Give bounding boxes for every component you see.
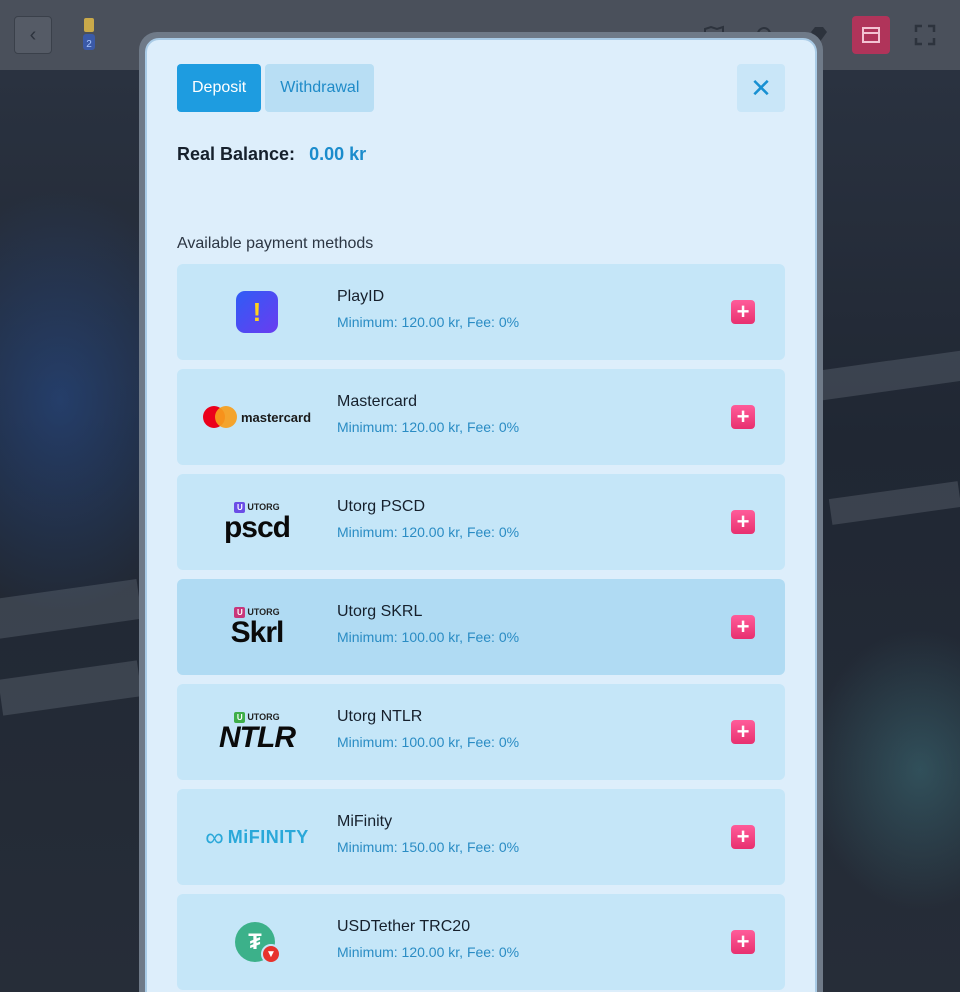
mifinity-wordmark: MiFINITY xyxy=(227,826,309,847)
add-button[interactable]: + xyxy=(731,510,755,534)
close-icon: ✕ xyxy=(750,72,772,103)
payment-method-utorg-skrl[interactable]: U UTORG Skrl Utorg SKRL Minimum: 100.00 … xyxy=(177,579,785,675)
promo-icon[interactable] xyxy=(852,16,890,54)
method-name: PlayID xyxy=(337,288,385,305)
balance-value: 0.00 kr xyxy=(309,144,367,164)
method-limits: Minimum: 100.00 kr, Fee: 0% xyxy=(337,629,520,645)
plus-icon: + xyxy=(736,299,750,324)
method-limits: Minimum: 120.00 kr, Fee: 0% xyxy=(337,524,520,540)
add-button[interactable]: + xyxy=(731,930,755,954)
balance-row: Real Balance: 0.00 kr xyxy=(177,144,366,165)
method-limits: Minimum: 100.00 kr, Fee: 0% xyxy=(337,734,520,750)
plus-icon: + xyxy=(736,614,750,639)
add-button[interactable]: + xyxy=(731,300,755,324)
payment-modal: Deposit Withdrawal ✕ Real Balance: 0.00 … xyxy=(139,32,823,992)
trophy-badge: 2 xyxy=(86,39,92,50)
trophy-icon[interactable]: 2 xyxy=(70,16,108,54)
background-stripe xyxy=(0,579,143,641)
playid-icon: ! xyxy=(236,291,278,333)
close-button[interactable]: ✕ xyxy=(737,64,785,112)
payment-method-mastercard[interactable]: mastercard Mastercard Minimum: 120.00 kr… xyxy=(177,369,785,465)
tab-withdrawal[interactable]: Withdrawal xyxy=(265,64,375,112)
mifinity-logo: ∞ MiFINITY xyxy=(177,789,337,885)
infinity-icon: ∞ xyxy=(205,822,224,852)
payment-tabs: Deposit Withdrawal xyxy=(177,64,375,112)
fullscreen-icon[interactable] xyxy=(906,16,944,54)
method-limits: Minimum: 120.00 kr, Fee: 0% xyxy=(337,314,520,330)
payment-method-utorg-ntlr[interactable]: U UTORG NTLR Utorg NTLR Minimum: 100.00 … xyxy=(177,684,785,780)
chevron-left-icon: ‹ xyxy=(29,23,37,46)
usdt-trc20-logo: ₮ ▼ xyxy=(177,894,337,990)
background-stripe xyxy=(0,660,142,716)
method-name: USDTether TRC20 xyxy=(337,918,471,935)
background-stripe xyxy=(828,481,960,525)
tab-deposit[interactable]: Deposit xyxy=(177,64,262,112)
payment-modal-body: Deposit Withdrawal ✕ Real Balance: 0.00 … xyxy=(145,38,817,992)
add-button[interactable]: + xyxy=(731,615,755,639)
section-title: Available payment methods xyxy=(177,235,374,252)
payment-methods-list: ! PlayID Minimum: 120.00 kr, Fee: 0% + m… xyxy=(177,264,785,992)
mastercard-circles-icon xyxy=(202,406,237,428)
pscd-wordmark: pscd xyxy=(223,510,291,544)
method-limits: Minimum: 150.00 kr, Fee: 0% xyxy=(337,839,520,855)
ntlr-wordmark: NTLR xyxy=(219,720,296,754)
plus-icon: + xyxy=(736,404,750,429)
plus-icon: + xyxy=(736,824,750,849)
add-button[interactable]: + xyxy=(731,825,755,849)
skrl-wordmark: Skrl xyxy=(230,615,285,649)
method-name: MiFinity xyxy=(337,813,393,830)
method-limits: Minimum: 120.00 kr, Fee: 0% xyxy=(337,944,520,960)
tron-icon: ▼ xyxy=(261,944,281,964)
payment-method-usdt-trc20[interactable]: ₮ ▼ USDTether TRC20 Minimum: 120.00 kr, … xyxy=(177,894,785,990)
payment-method-mifinity[interactable]: ∞ MiFINITY MiFinity Minimum: 150.00 kr, … xyxy=(177,789,785,885)
utorg-pscd-logo: U UTORG pscd xyxy=(177,474,337,570)
method-name: Utorg NTLR xyxy=(337,708,423,725)
plus-icon: + xyxy=(736,929,750,954)
utorg-skrl-logo: U UTORG Skrl xyxy=(177,579,337,675)
method-name: Mastercard xyxy=(337,393,418,410)
trophy-graphic: 2 xyxy=(83,18,95,50)
method-name: Utorg PSCD xyxy=(337,498,426,515)
background-stripe xyxy=(818,349,960,401)
back-button[interactable]: ‹ xyxy=(14,16,52,54)
mastercard-wordmark: mastercard xyxy=(240,409,312,425)
balance-label: Real Balance: xyxy=(177,144,296,164)
method-limits: Minimum: 120.00 kr, Fee: 0% xyxy=(337,419,520,435)
payment-method-utorg-pscd[interactable]: U UTORG pscd Utorg PSCD Minimum: 120.00 … xyxy=(177,474,785,570)
plus-icon: + xyxy=(736,509,750,534)
utorg-ntlr-logo: U UTORG NTLR xyxy=(177,684,337,780)
plus-icon: + xyxy=(736,719,750,744)
add-button[interactable]: + xyxy=(731,720,755,744)
playid-logo: ! xyxy=(177,264,337,360)
payment-method-playid[interactable]: ! PlayID Minimum: 120.00 kr, Fee: 0% + xyxy=(177,264,785,360)
add-button[interactable]: + xyxy=(731,405,755,429)
mastercard-logo: mastercard xyxy=(177,369,337,465)
method-name: Utorg SKRL xyxy=(337,603,423,620)
